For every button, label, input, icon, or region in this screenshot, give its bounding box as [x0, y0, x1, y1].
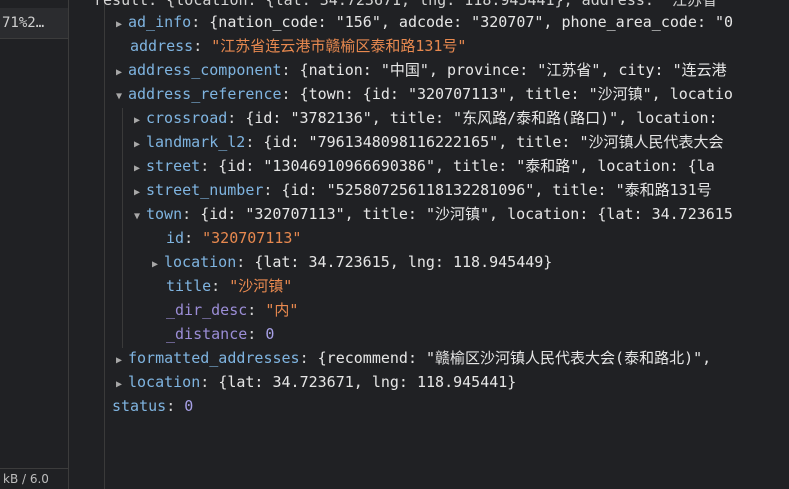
node-summary: {recommend: "赣榆区沙河镇人民代表大会(泰和路北)", [317, 349, 712, 367]
tree-row-town-distance[interactable]: _distance: 0 [68, 322, 789, 346]
expand-triangle-icon[interactable]: ▶ [116, 13, 128, 34]
tree-row-address[interactable]: address: "江苏省连云港市赣榆区泰和路131号" [68, 34, 789, 58]
json-tree-viewer: result: {location: {lat: 34.723671, lng:… [68, 0, 789, 489]
node-key: address_reference [128, 85, 282, 103]
request-list-pane: 71%2… kB / 6.0 [0, 0, 69, 489]
tree-row-status[interactable]: status: 0 [68, 394, 789, 418]
node-summary: {nation_code: "156", adcode: "320707", p… [209, 13, 734, 31]
node-summary: {id: "525807256118132281096", title: "泰和… [281, 181, 712, 199]
node-summary: {id: "13046910966690386", title: "泰和路", … [218, 157, 715, 175]
transfer-size-status: kB / 6.0 [0, 468, 68, 489]
node-number-value: 0 [265, 325, 275, 343]
tree-row-town[interactable]: ▼ town: {id: "320707113", title: "沙河镇", l… [68, 202, 789, 226]
tree-row-street[interactable]: ▶ street: {id: "13046910966690386", title… [68, 154, 789, 178]
tree-row-town-dir-desc[interactable]: _dir_desc: "内" [68, 298, 789, 322]
node-string-value: "沙河镇" [229, 277, 293, 295]
tree-row-location[interactable]: ▶ location: {lat: 34.723671, lng: 118.945… [68, 370, 789, 394]
tree-row-street-number[interactable]: ▶ street_number: {id: "525807256118132281… [68, 178, 789, 202]
tree-row-town-location[interactable]: ▶ location: {lat: 34.723615, lng: 118.945… [68, 250, 789, 274]
node-key: id [166, 229, 185, 247]
collapse-triangle-icon[interactable]: ▼ [134, 205, 146, 226]
tree-row-ad-info[interactable]: ▶ ad_info: {nation_code: "156", adcode: "… [68, 10, 789, 34]
collapse-triangle-icon[interactable]: ▼ [116, 85, 128, 106]
node-number-value: 0 [184, 397, 194, 415]
node-summary: {lat: 34.723671, lng: 118.945441} [218, 373, 517, 391]
node-summary: {nation: "中国", province: "江苏省", city: "连… [299, 61, 727, 79]
tree-row-formatted-addresses[interactable]: ▶ formatted_addresses: {recommend: "赣榆区沙河… [68, 346, 789, 370]
node-key: location [164, 253, 237, 271]
expand-triangle-icon[interactable]: ▶ [134, 157, 146, 178]
tree-row-landmark-l2[interactable]: ▶ landmark_l2: {id: "7961348098116222165"… [68, 130, 789, 154]
expand-triangle-icon[interactable]: ▶ [134, 109, 146, 130]
node-key: ad_info [128, 13, 192, 31]
node-summary: {id: "3782136", title: "东风路/泰和路(路口)", lo… [245, 109, 718, 127]
node-key: status [112, 397, 167, 415]
expand-triangle-icon[interactable]: ▶ [116, 373, 128, 394]
node-summary: {id: "320707113", title: "沙河镇", location… [200, 205, 733, 223]
node-key: town [146, 205, 183, 223]
result-line: result: {location: {lat: 34.723671, lng:… [94, 0, 717, 9]
node-summary: {id: "7961348098116222165", title: "沙河镇人… [263, 133, 724, 151]
expand-triangle-icon[interactable]: ▶ [116, 349, 128, 370]
node-string-value: "内" [265, 301, 299, 319]
node-string-value: "江苏省连云港市赣榆区泰和路131号" [211, 37, 467, 55]
node-key: title [166, 277, 212, 295]
node-key: address_component [128, 61, 282, 79]
node-key: crossroad [146, 109, 228, 127]
expand-triangle-icon[interactable]: ▶ [134, 133, 146, 154]
expand-triangle-icon[interactable]: ▶ [134, 181, 146, 202]
node-key: formatted_addresses [128, 349, 300, 367]
tree-row-crossroad[interactable]: ▶ crossroad: {id: "3782136", title: "东风路/… [68, 106, 789, 130]
tree-row-town-id[interactable]: id: "320707113" [68, 226, 789, 250]
node-summary: {lat: 34.723615, lng: 118.945449} [254, 253, 553, 271]
node-key: location [128, 373, 201, 391]
node-summary: {town: {id: "320707113", title: "沙河镇", l… [299, 85, 733, 103]
node-key: landmark_l2 [146, 133, 246, 151]
expand-triangle-icon[interactable]: ▶ [152, 253, 164, 274]
node-key: _distance [166, 325, 248, 343]
node-key: street [146, 157, 201, 175]
node-key: address [130, 37, 194, 55]
tree-row-town-title[interactable]: title: "沙河镇" [68, 274, 789, 298]
node-string-value: "320707113" [202, 229, 302, 247]
node-key: street_number [146, 181, 264, 199]
tree-row-address-component[interactable]: ▶ address_component: {nation: "中国", provi… [68, 58, 789, 82]
tree-row-address-reference[interactable]: ▼ address_reference: {town: {id: "3207071… [68, 82, 789, 106]
selected-request-item[interactable]: 71%2… [0, 8, 68, 39]
node-key: _dir_desc [166, 301, 248, 319]
expand-triangle-icon[interactable]: ▶ [116, 61, 128, 82]
